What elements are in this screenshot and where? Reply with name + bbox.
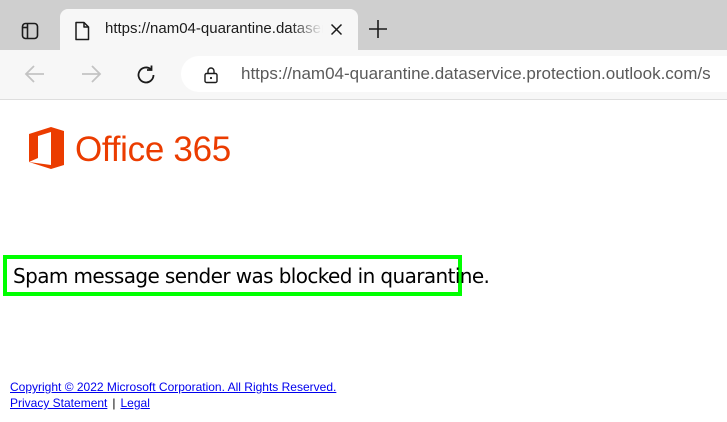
address-bar[interactable]: https://nam04-quarantine.dataservice.pro… [181, 56, 727, 92]
office-logo-icon [27, 126, 65, 175]
tab-strip: https://nam04-quarantine.dataservice.pro… [0, 0, 727, 50]
browser-toolbar: https://nam04-quarantine.dataservice.pro… [0, 50, 727, 100]
forward-arrow-icon[interactable] [80, 63, 102, 90]
page-footer: Copyright © 2022 Microsoft Corporation. … [10, 379, 336, 411]
privacy-statement-link[interactable]: Privacy Statement [10, 396, 107, 410]
tab-actions-icon[interactable] [10, 12, 50, 50]
close-icon[interactable] [330, 23, 343, 41]
footer-separator: | [112, 396, 116, 410]
page-icon [74, 21, 90, 46]
lock-icon[interactable] [203, 66, 219, 89]
office-365-logo: Office 365 [27, 126, 231, 175]
tab-title: https://nam04-quarantine.dataservice.pro… [105, 20, 323, 37]
quarantine-message-box: Spam message sender was blocked in quara… [3, 255, 490, 296]
browser-tab[interactable]: https://nam04-quarantine.dataservice.pro… [60, 9, 358, 50]
legal-link[interactable]: Legal [121, 396, 150, 410]
logo-text: Office 365 [75, 130, 231, 169]
quarantine-message: Spam message sender was blocked in quara… [13, 264, 490, 288]
plus-icon[interactable] [368, 19, 388, 44]
refresh-icon[interactable] [135, 64, 157, 91]
address-url[interactable]: https://nam04-quarantine.dataservice.pro… [241, 64, 711, 84]
back-arrow-icon[interactable] [24, 63, 46, 90]
copyright-link[interactable]: Copyright © 2022 Microsoft Corporation. … [10, 380, 336, 394]
